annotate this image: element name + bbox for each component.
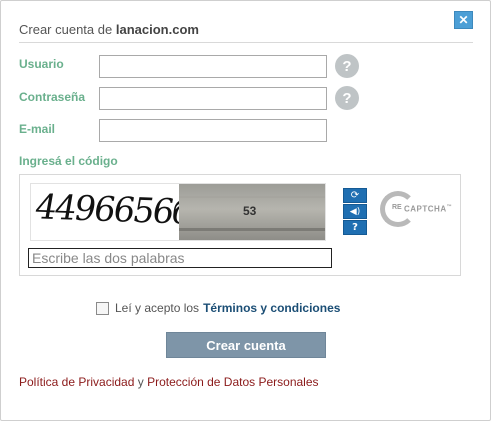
password-help-icon[interactable]: ?	[335, 86, 359, 110]
captcha-photo-word: 53	[179, 184, 325, 240]
username-input[interactable]	[99, 55, 327, 78]
dialog-title-prefix: Crear cuenta de	[19, 22, 113, 37]
password-label: Contraseña	[19, 90, 86, 104]
refresh-icon: ⟳	[350, 190, 360, 201]
email-input[interactable]	[99, 119, 327, 142]
email-label: E-mail	[19, 122, 56, 136]
footer-connector: y	[137, 375, 144, 389]
photo-stripe	[179, 196, 325, 198]
create-account-dialog: Crear cuenta de lanacion.com ✕ Usuario ?…	[0, 0, 491, 421]
title-divider	[19, 42, 473, 43]
close-button[interactable]: ✕	[454, 11, 473, 29]
terms-checkbox[interactable]	[96, 301, 109, 315]
help-icon: ?	[352, 222, 358, 233]
footer-links: Política de Privacidad y Protección de D…	[19, 375, 319, 389]
password-input[interactable]	[99, 87, 327, 110]
privacy-policy-link[interactable]: Política de Privacidad	[19, 375, 134, 389]
username-help-icon[interactable]: ?	[335, 54, 359, 78]
data-protection-link[interactable]: Protección de Datos Personales	[147, 375, 318, 389]
captcha-code-label: Ingresá el código	[19, 154, 118, 168]
captcha-image: 4496656б 53	[30, 183, 326, 241]
captcha-word-distorted: 4496656б	[31, 187, 194, 233]
recaptcha-logo-word: CAPTCHA	[404, 204, 447, 214]
captcha-controls: ⟳ ◀) ?	[343, 188, 369, 238]
dialog-title-brand: lanacion.com	[115, 22, 199, 37]
captcha-help-button[interactable]: ?	[343, 220, 367, 235]
terms-row: Leí y acepto los Términos y condiciones	[96, 300, 340, 316]
dialog-title: Crear cuenta de lanacion.com	[19, 22, 199, 37]
username-label: Usuario	[19, 57, 64, 71]
captcha-audio-button[interactable]: ◀)	[343, 204, 367, 219]
captcha-refresh-button[interactable]: ⟳	[343, 188, 367, 203]
speaker-icon: ◀)	[349, 206, 361, 217]
create-account-button[interactable]: Crear cuenta	[166, 332, 326, 358]
close-icon: ✕	[458, 13, 469, 27]
recaptcha-logo-text: CAPTCHA™	[404, 204, 452, 214]
terms-link[interactable]: Términos y condiciones	[203, 301, 340, 315]
terms-text: Leí y acepto los	[115, 301, 200, 315]
captcha-photo-number: 53	[243, 204, 257, 218]
recaptcha-logo-tm: ™	[446, 204, 453, 210]
recaptcha-logo-re: RE	[392, 204, 402, 211]
recaptcha-logo: RE CAPTCHA™	[380, 191, 455, 231]
captcha-response-input[interactable]	[28, 248, 332, 268]
captcha-widget: 4496656б 53 ⟳ ◀) ? RE CAPTCHA™	[19, 174, 461, 276]
photo-stripe	[179, 228, 325, 231]
